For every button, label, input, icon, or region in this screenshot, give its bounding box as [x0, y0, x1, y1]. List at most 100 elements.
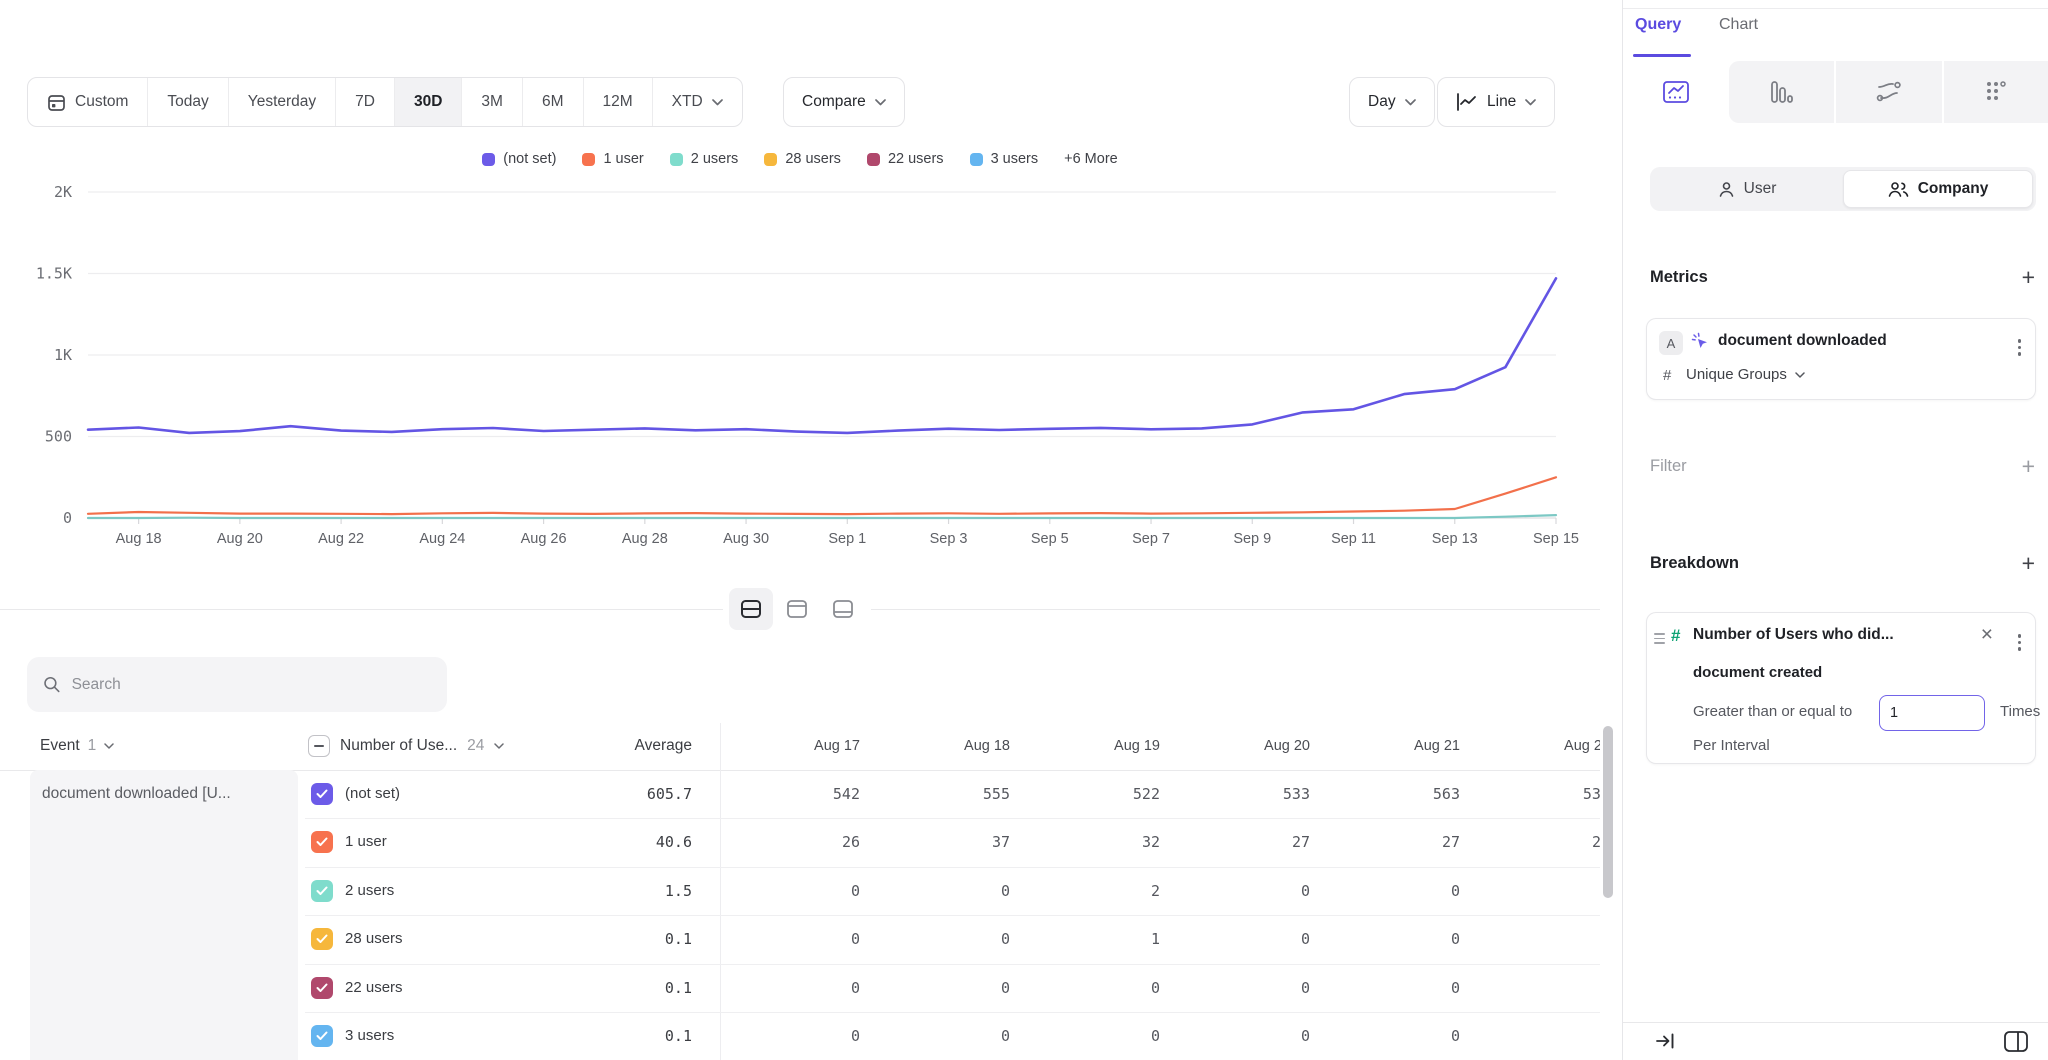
- series-checkbox[interactable]: [311, 1025, 333, 1047]
- breakdown-value-input[interactable]: [1879, 695, 1985, 731]
- series-value: 0: [1460, 930, 1600, 948]
- legend-item[interactable]: 3 users: [970, 151, 1039, 167]
- date-range-group: CustomTodayYesterday7D30D3M6M12MXTD: [27, 77, 743, 127]
- legend-swatch: [482, 153, 495, 166]
- date-range-3m[interactable]: 3M: [462, 78, 523, 126]
- breakdown-condition-label: Greater than or equal to: [1693, 703, 1852, 720]
- entity-company-segment[interactable]: Company: [1843, 170, 2033, 208]
- table-scrollbar[interactable]: [1603, 726, 1613, 898]
- close-icon[interactable]: ×: [1981, 623, 1993, 647]
- series-column-header[interactable]: Number of Use... 24: [308, 721, 504, 770]
- search-box: [27, 657, 447, 712]
- entity-company-label: Company: [1918, 180, 1989, 198]
- check-icon: [316, 837, 328, 847]
- svg-text:Sep 7: Sep 7: [1132, 531, 1170, 547]
- entity-user-segment[interactable]: User: [1653, 170, 1841, 208]
- layout-chart-only-button[interactable]: [775, 588, 819, 630]
- date-range-30d[interactable]: 30D: [395, 78, 462, 126]
- row-separator: [305, 915, 1600, 916]
- chevron-down-icon: [1525, 99, 1536, 106]
- chevron-down-icon: [104, 743, 114, 749]
- measure-dropdown[interactable]: Unique Groups: [1686, 366, 1805, 383]
- date-range-7d[interactable]: 7D: [336, 78, 395, 126]
- breakdown-header: Breakdown: [1650, 554, 1739, 573]
- svg-text:Sep 15: Sep 15: [1533, 531, 1579, 547]
- series-checkbox[interactable]: [311, 783, 333, 805]
- series-checkbox[interactable]: [311, 880, 333, 902]
- check-icon: [316, 934, 328, 944]
- add-breakdown-button[interactable]: +: [2022, 553, 2035, 573]
- series-value: 0: [860, 1027, 1010, 1045]
- metric-menu-button[interactable]: [2014, 335, 2026, 360]
- series-value: 26: [710, 833, 860, 851]
- event-column-header[interactable]: Event 1: [40, 721, 114, 770]
- legend-item[interactable]: 2 users: [670, 151, 739, 167]
- compare-button[interactable]: Compare: [783, 77, 905, 127]
- main-panel: 05001K1.5K2KAug 18Aug 20Aug 22Aug 24Aug …: [0, 0, 1600, 1060]
- svg-text:Aug 26: Aug 26: [521, 531, 567, 547]
- date-range-yesterday[interactable]: Yesterday: [229, 78, 336, 126]
- series-average: 0.1: [560, 1027, 692, 1045]
- add-filter-button[interactable]: +: [2022, 456, 2035, 476]
- chart-type-button[interactable]: Line: [1437, 77, 1555, 127]
- series-value: 0: [860, 882, 1010, 900]
- breakdown-menu-button[interactable]: [2014, 630, 2026, 655]
- metrics-header: Metrics: [1650, 268, 1708, 287]
- date-column-header[interactable]: Aug 17: [710, 721, 860, 770]
- event-cell[interactable]: document downloaded [U...: [30, 770, 298, 1060]
- date-column-header[interactable]: Aug 21: [1310, 721, 1460, 770]
- legend-more[interactable]: +6 More: [1064, 151, 1118, 167]
- date-range-xtd[interactable]: XTD: [653, 78, 742, 126]
- drag-handle-icon[interactable]: [1654, 633, 1665, 644]
- series-checkbox[interactable]: [311, 977, 333, 999]
- compare-label: Compare: [802, 93, 866, 111]
- split-view-icon[interactable]: [2003, 1030, 2029, 1053]
- date-column-header[interactable]: Aug 22: [1460, 721, 1600, 770]
- date-column-header[interactable]: Aug 19: [1010, 721, 1160, 770]
- chart-type-flow-tab[interactable]: [1834, 61, 1942, 123]
- svg-text:1.5K: 1.5K: [36, 265, 72, 283]
- layout-split-button[interactable]: [729, 588, 773, 630]
- series-value: 0: [1310, 1027, 1460, 1045]
- legend-item[interactable]: 1 user: [582, 151, 643, 167]
- tab-query[interactable]: Query: [1635, 16, 1681, 34]
- tab-chart[interactable]: Chart: [1719, 16, 1758, 34]
- search-input[interactable]: [72, 676, 431, 694]
- layout-table-only-button[interactable]: [821, 588, 865, 630]
- legend-item[interactable]: (not set): [482, 151, 556, 167]
- breakdown-card[interactable]: # Number of Users who did... × document …: [1646, 612, 2036, 764]
- add-metric-button[interactable]: +: [2022, 267, 2035, 287]
- check-icon: [316, 1031, 328, 1041]
- series-checkbox[interactable]: [311, 831, 333, 853]
- series-value: 0: [860, 979, 1010, 997]
- date-range-6m[interactable]: 6M: [523, 78, 584, 126]
- date-column-header[interactable]: Aug 20: [1160, 721, 1310, 770]
- legend-item[interactable]: 28 users: [764, 151, 841, 167]
- legend-item[interactable]: 22 users: [867, 151, 944, 167]
- chevron-down-icon: [494, 743, 504, 749]
- series-value: 0: [1310, 979, 1460, 997]
- breakdown-title: Number of Users who did...: [1693, 626, 1894, 644]
- chart-legend: (not set) 1 user 2 users 28 users 22 users 3 …: [0, 151, 1600, 167]
- series-value: 0: [1160, 979, 1310, 997]
- chart-type-grid-tab[interactable]: [1942, 61, 2048, 123]
- series-value: 0: [1460, 882, 1600, 900]
- breakdown-event: document created: [1693, 664, 1822, 681]
- chart-type-line-tab[interactable]: [1623, 61, 1729, 123]
- date-column-header[interactable]: Aug 18: [860, 721, 1010, 770]
- svg-text:1K: 1K: [54, 346, 72, 364]
- metric-card[interactable]: A document downloaded # Unique Groups: [1646, 318, 2036, 400]
- chart-type-bar-tab[interactable]: [1729, 61, 1835, 123]
- date-range-custom[interactable]: Custom: [28, 78, 148, 126]
- series-value: 0: [1010, 979, 1160, 997]
- series-checkbox[interactable]: [311, 928, 333, 950]
- collapse-panel-icon[interactable]: [1655, 1031, 1676, 1051]
- series-value: 0: [1160, 882, 1310, 900]
- series-average: 605.7: [560, 785, 692, 803]
- svg-text:Sep 3: Sep 3: [930, 531, 968, 547]
- series-value: 563: [1310, 785, 1460, 803]
- select-all-checkbox[interactable]: [308, 735, 330, 757]
- date-range-today[interactable]: Today: [148, 78, 228, 126]
- interval-button[interactable]: Day: [1349, 77, 1435, 127]
- date-range-12m[interactable]: 12M: [584, 78, 653, 126]
